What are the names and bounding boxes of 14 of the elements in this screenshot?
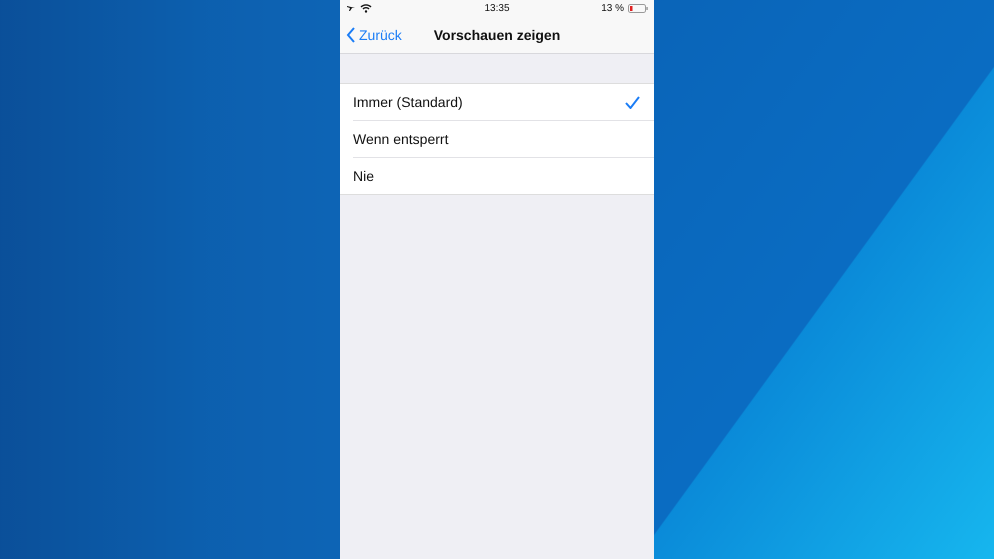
airplane-icon (346, 3, 356, 13)
option-label: Nie (353, 168, 374, 184)
status-time: 13:35 (484, 2, 510, 14)
option-row[interactable]: Immer (Standard) (353, 84, 654, 121)
back-button[interactable]: Zurück (340, 26, 402, 42)
chevron-left-icon (346, 26, 356, 42)
screen-title: Vorschauen zeigen (432, 26, 562, 42)
wifi-icon (360, 4, 372, 12)
option-label: Wenn entsperrt (353, 131, 448, 147)
option-label: Immer (Standard) (353, 94, 463, 110)
back-label[interactable]: Zurück (359, 26, 402, 42)
battery-percentage: 13 % (601, 2, 624, 14)
battery-icon (628, 4, 648, 12)
option-row[interactable]: Nie (353, 158, 654, 194)
